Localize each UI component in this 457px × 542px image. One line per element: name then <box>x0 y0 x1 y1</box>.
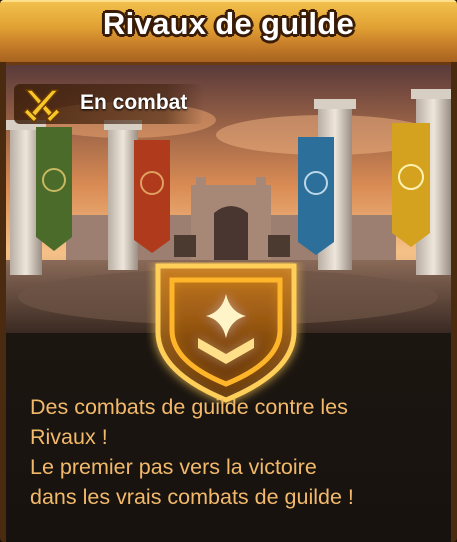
description-line: Des combats de guilde contre les <box>30 395 348 419</box>
header-bar: Rivaux de guilde <box>0 0 457 65</box>
description-text: Des combats de guilde contre les Rivaux … <box>30 392 450 512</box>
description-line: Rivaux ! <box>30 425 108 449</box>
description-line: dans les vrais combats de guilde ! <box>30 485 354 509</box>
guild-shield-emblem-icon <box>155 263 297 403</box>
description-line: Le premier pas vers la victoire <box>30 455 317 479</box>
page-title: Rivaux de guilde <box>102 6 355 41</box>
status-label: En combat <box>80 91 188 114</box>
crossed-swords-icon <box>22 89 62 124</box>
guild-rivals-card[interactable]: Rivaux de guilde En combat Des combats d… <box>0 0 457 542</box>
